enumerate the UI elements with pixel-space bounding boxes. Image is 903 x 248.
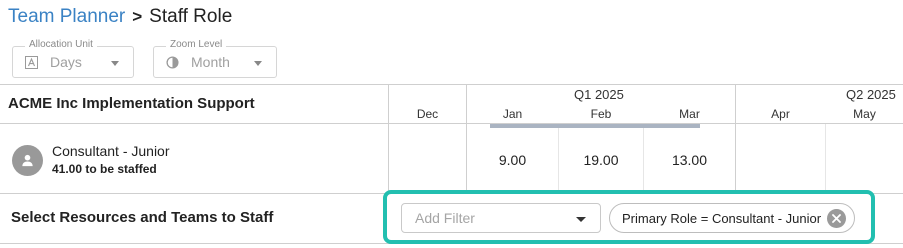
person-icon [22, 154, 33, 167]
allocation-cell: 19.00 [583, 152, 619, 168]
column-divider [735, 84, 736, 194]
avatar [12, 145, 43, 176]
month-label: Feb [590, 107, 612, 121]
add-filter-placeholder: Add Filter [415, 210, 475, 226]
x-icon [832, 214, 841, 223]
quarter-range-bar [490, 124, 700, 128]
breadcrumb-separator: > [132, 7, 143, 26]
project-title: ACME Inc Implementation Support [8, 95, 255, 112]
column-divider [466, 84, 467, 194]
close-icon[interactable] [827, 209, 846, 228]
contrast-icon [166, 56, 179, 69]
month-label: Jan [502, 107, 523, 121]
zoom-level-label: Zoom Level [166, 39, 227, 50]
column-divider [388, 84, 389, 194]
allocation-cell: 9.00 [498, 152, 527, 168]
allocation-unit-select[interactable]: Allocation Unit Days [12, 39, 134, 78]
chevron-down-icon [111, 61, 119, 66]
breadcrumb-team-planner-link[interactable]: Team Planner [8, 6, 125, 28]
allocation-cell: 13.00 [671, 152, 708, 168]
allocation-unit-value: Days [50, 54, 82, 70]
header-bottom-divider [0, 123, 903, 124]
header-top-divider [0, 84, 903, 85]
filter-chip-label: Primary Role = Consultant - Junior [622, 211, 822, 226]
month-label: Dec [416, 107, 439, 121]
page-title: Staff Role [149, 6, 233, 27]
chevron-down-icon [254, 61, 262, 66]
role-name: Consultant - Junior [52, 143, 170, 159]
zoom-level-value: Month [191, 54, 230, 70]
role-staffing-status: 41.00 to be staffed [52, 162, 157, 176]
text-box-icon [25, 56, 38, 69]
allocation-unit-label: Allocation Unit [25, 39, 97, 50]
breadcrumb: Team Planner > Staff Role [8, 6, 232, 28]
quarter-label: Q1 2025 [574, 87, 624, 102]
add-filter-dropdown[interactable]: Add Filter [401, 203, 601, 233]
staff-section-label: Select Resources and Teams to Staff [11, 209, 274, 226]
month-label: Apr [771, 107, 790, 121]
quarter-label: Q2 2025 [846, 87, 896, 102]
chevron-down-icon [576, 217, 586, 222]
zoom-level-select[interactable]: Zoom Level Month [153, 39, 277, 78]
filter-chip[interactable]: Primary Role = Consultant - Junior [609, 203, 855, 233]
month-label: Mar [679, 107, 700, 121]
month-label: May [853, 107, 876, 121]
column-divider [825, 124, 826, 194]
